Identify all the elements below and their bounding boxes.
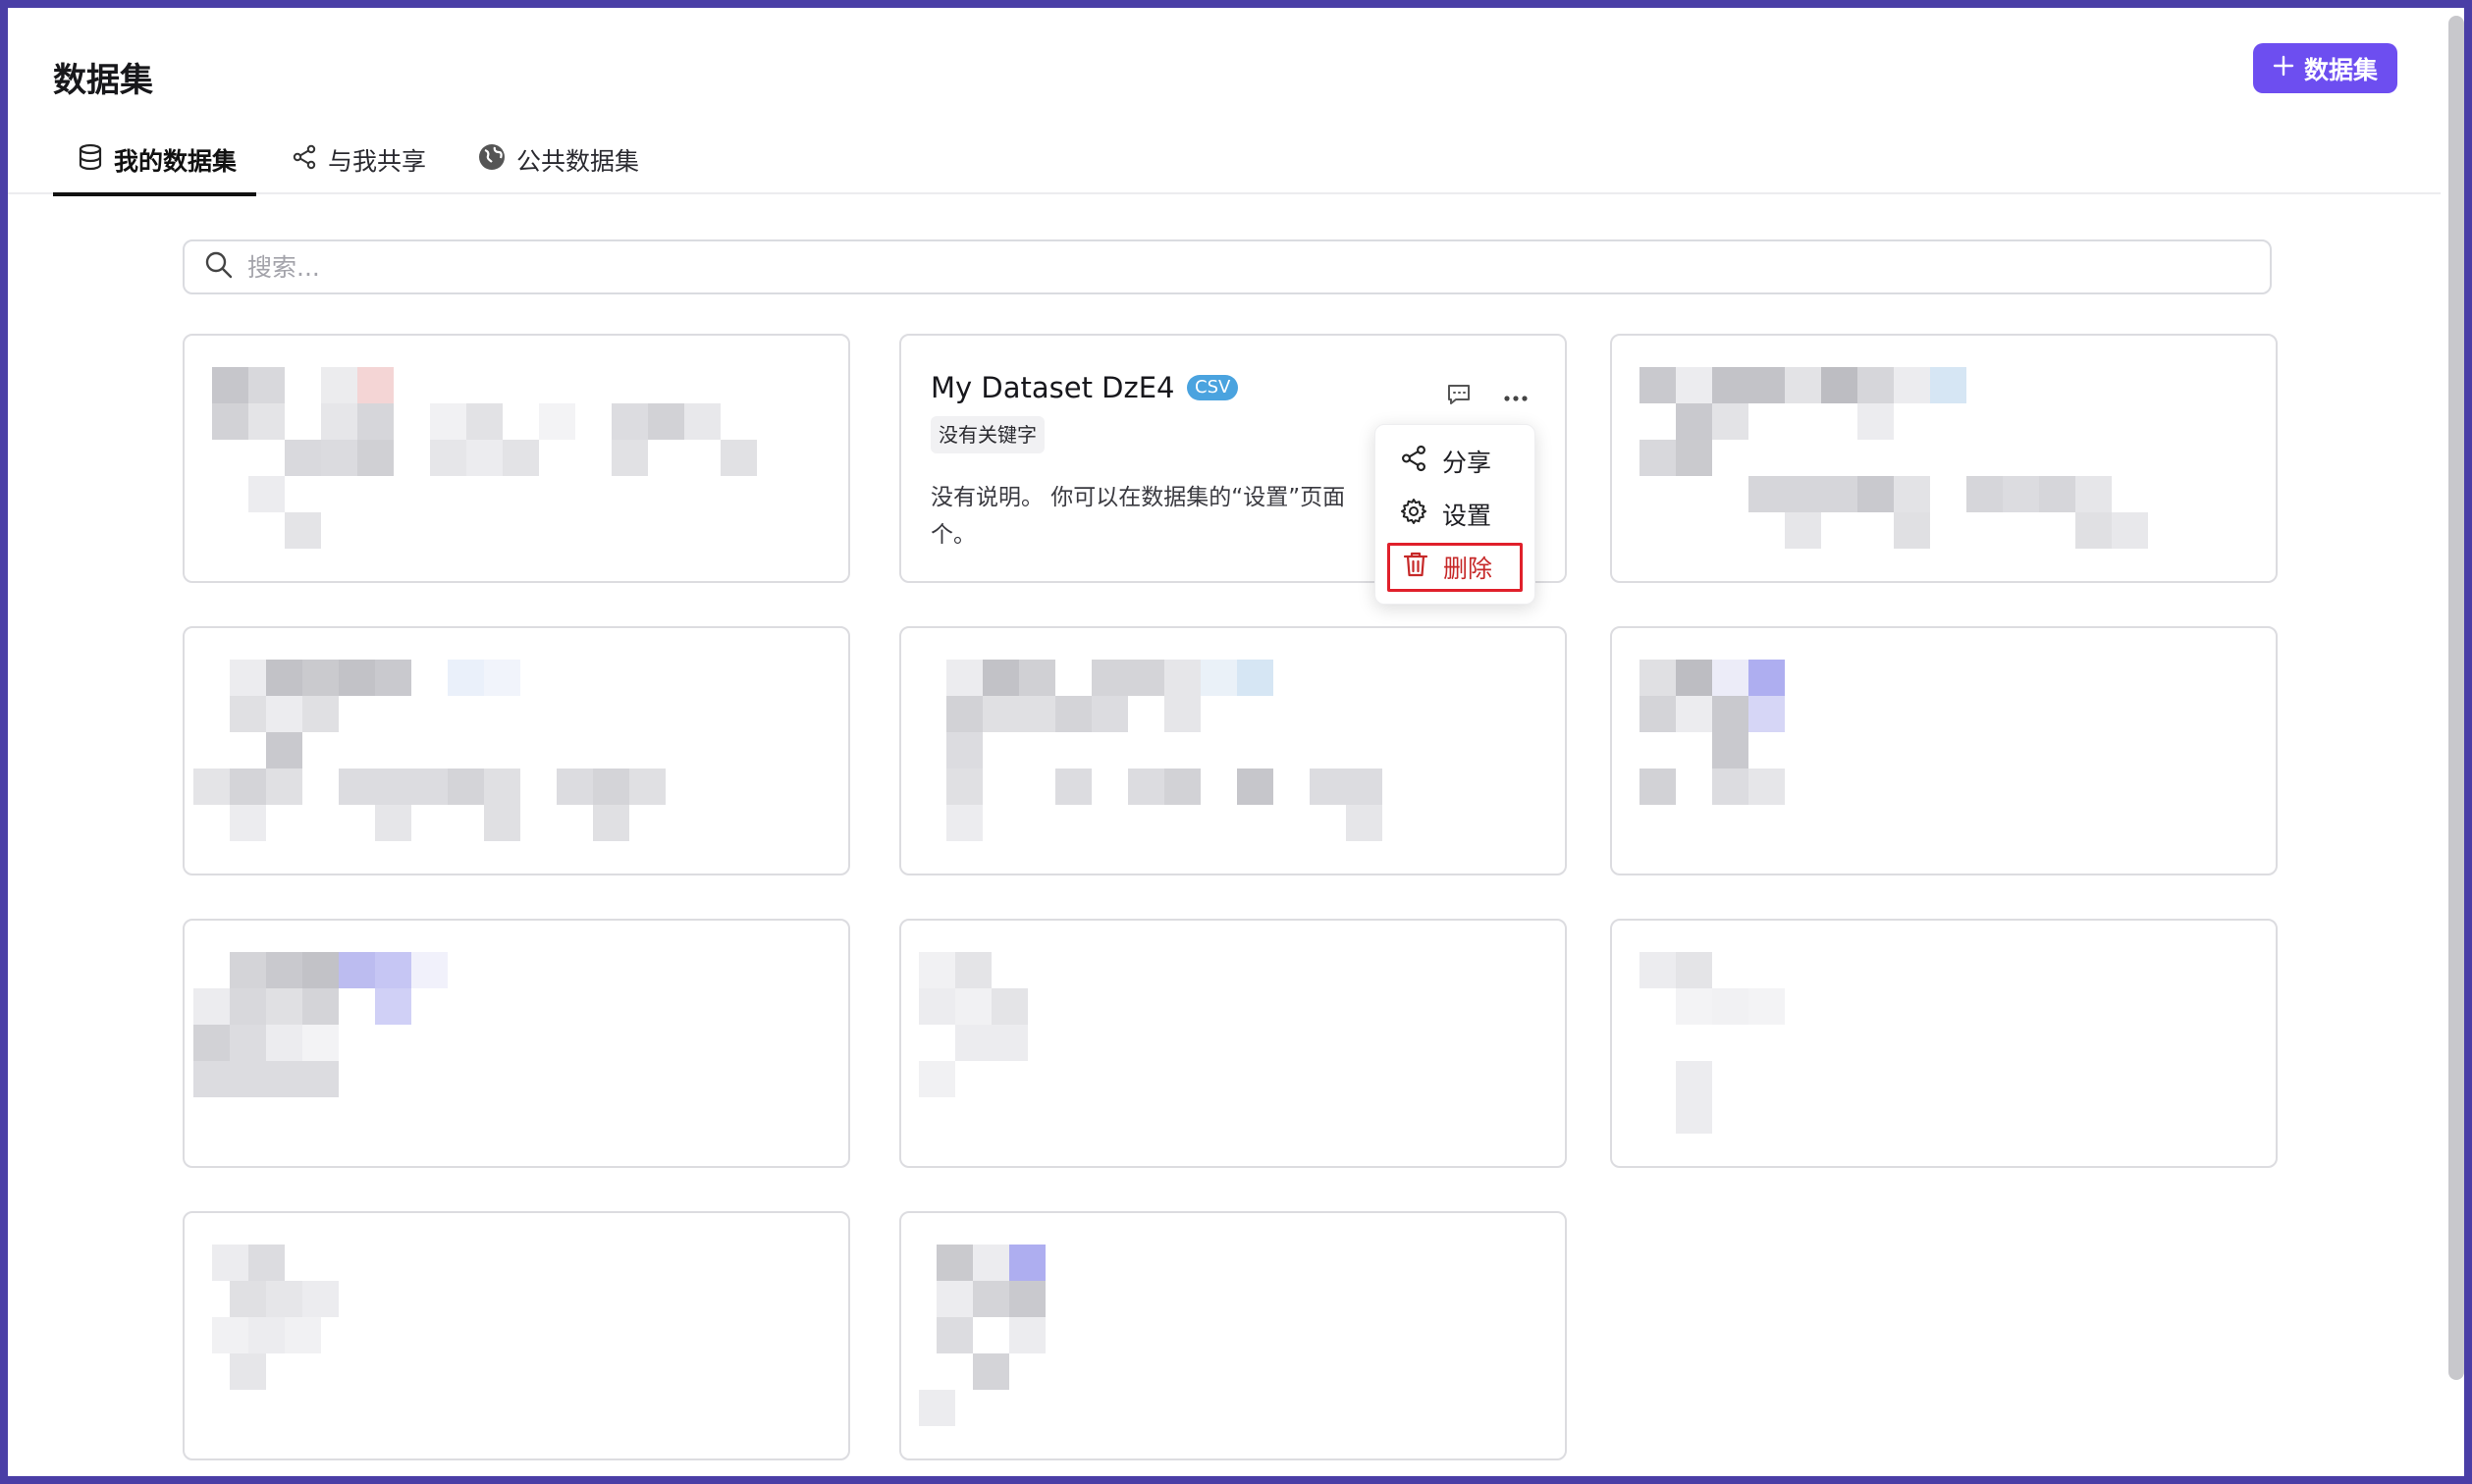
dataset-card[interactable] [899, 919, 1567, 1168]
menu-item-share[interactable]: 分享 [1387, 437, 1523, 486]
globe-icon [477, 142, 507, 178]
dataset-card[interactable] [1610, 334, 2278, 583]
comment-button[interactable] [1439, 377, 1478, 416]
trash-icon [1402, 550, 1429, 585]
more-options-button[interactable] [1496, 377, 1535, 416]
dataset-card[interactable] [899, 1211, 1567, 1460]
database-icon [77, 143, 104, 177]
ellipsis-icon [1503, 388, 1529, 406]
description-line-2: 个。 [931, 522, 976, 548]
plus-icon [2273, 54, 2294, 82]
app-window: 数据集 数据集 我的数据集 与我共享 公共数据集 搜索... My Datase… [8, 8, 2441, 1476]
dataset-context-menu: 分享 设置 删除 [1374, 424, 1535, 605]
dataset-card[interactable] [183, 919, 850, 1168]
comment-icon [1446, 383, 1472, 410]
tab-label: 与我共享 [328, 147, 427, 176]
dataset-card[interactable] [1610, 919, 2278, 1168]
dataset-card[interactable] [899, 626, 1567, 875]
dataset-description: 没有说明。 你可以在数据集的“设置”页面 个。 [931, 479, 1392, 554]
tab-label: 我的数据集 [114, 147, 238, 176]
menu-item-label: 删除 [1443, 555, 1493, 583]
share-icon [291, 143, 318, 177]
share-icon [1399, 444, 1428, 479]
scrollbar-thumb[interactable] [2448, 16, 2464, 1380]
tab-my-datasets[interactable]: 我的数据集 [53, 126, 257, 196]
description-line: 没有说明。 你可以在数据集的“设置”页面 [931, 485, 1346, 510]
tab-public-datasets[interactable]: 公共数据集 [477, 126, 639, 194]
tab-label: 公共数据集 [516, 147, 640, 176]
tab-bar: 我的数据集 与我共享 公共数据集 [8, 126, 2441, 196]
dataset-card[interactable] [183, 334, 850, 583]
page-title: 数据集 [53, 61, 153, 100]
dataset-card[interactable] [1610, 626, 2278, 875]
dataset-card[interactable] [183, 1211, 850, 1460]
search-bar [183, 239, 2272, 294]
search-icon [204, 250, 234, 284]
format-badge: CSV [1187, 375, 1239, 400]
gear-icon [1399, 497, 1428, 532]
menu-item-label: 设置 [1442, 502, 1492, 530]
dataset-card[interactable] [183, 626, 850, 875]
search-input[interactable] [247, 252, 2113, 282]
menu-item-delete[interactable]: 删除 [1387, 543, 1523, 592]
add-dataset-button[interactable]: 数据集 [2253, 43, 2397, 93]
add-dataset-label: 数据集 [2303, 55, 2378, 84]
menu-item-label: 分享 [1442, 449, 1492, 477]
keyword-badge: 没有关键字 [931, 416, 1045, 453]
tab-shared-with-me[interactable]: 与我共享 [291, 126, 426, 194]
dataset-name[interactable]: My Dataset DzE4 [931, 371, 1175, 404]
menu-item-settings[interactable]: 设置 [1387, 490, 1523, 539]
